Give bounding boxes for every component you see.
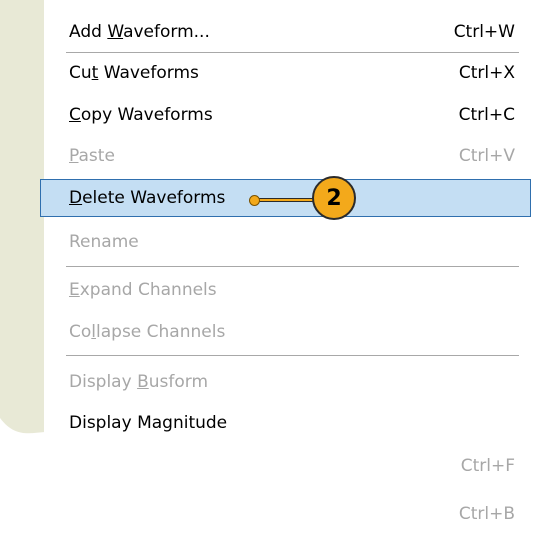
menu-item-add-waveform[interactable]: Add Waveform... Ctrl+W [44,12,535,52]
menu-item-label: Cut Waveforms [69,63,199,83]
menu-item-label: Add Waveform... [69,22,210,42]
menu-item-expand-channels[interactable]: Expand Channels [44,270,535,310]
menu-item-label: Display Busform [69,372,209,392]
menu-item-collapse-channels[interactable]: Collapse Channels [44,312,535,352]
menu-item-shortcut: Ctrl+B [458,504,515,524]
menu-item-cut-waveforms[interactable]: Cut Waveforms Ctrl+X [44,53,535,93]
menu-item-label: Collapse Channels [69,322,226,342]
menu-item-label: Copy Waveforms [69,105,213,125]
menu-item-paste[interactable]: Paste Ctrl+V [44,136,535,176]
menu-item-display-busform[interactable]: Display Busform [44,362,535,402]
menu-item-partial-f: Ctrl+F [44,446,535,486]
callout-leader-line [255,198,314,202]
menu-item-rename[interactable]: Rename [44,222,535,262]
menu-item-label: Expand Channels [69,280,217,300]
callout-dot [249,195,260,206]
menu-item-label: Rename [69,232,139,252]
menu-item-shortcut: Ctrl+X [458,63,515,83]
menu-item-shortcut: Ctrl+F [460,456,515,476]
menu-item-copy-waveforms[interactable]: Copy Waveforms Ctrl+C [44,95,535,135]
callout-badge: 2 [312,176,356,220]
menu-item-shortcut: Ctrl+C [458,105,515,125]
menu-separator [66,355,519,356]
context-menu: Add Waveform... Ctrl+W Cut Waveforms Ctr… [0,0,535,541]
menu-item-shortcut: Ctrl+V [458,146,515,166]
menu-item-shortcut: Ctrl+W [453,22,515,42]
menu-item-label: Paste [69,146,115,166]
menu-item-label: Delete Waveforms [69,188,226,208]
menu-separator [66,266,519,267]
menu-item-partial-b: Ctrl+B [44,494,535,534]
